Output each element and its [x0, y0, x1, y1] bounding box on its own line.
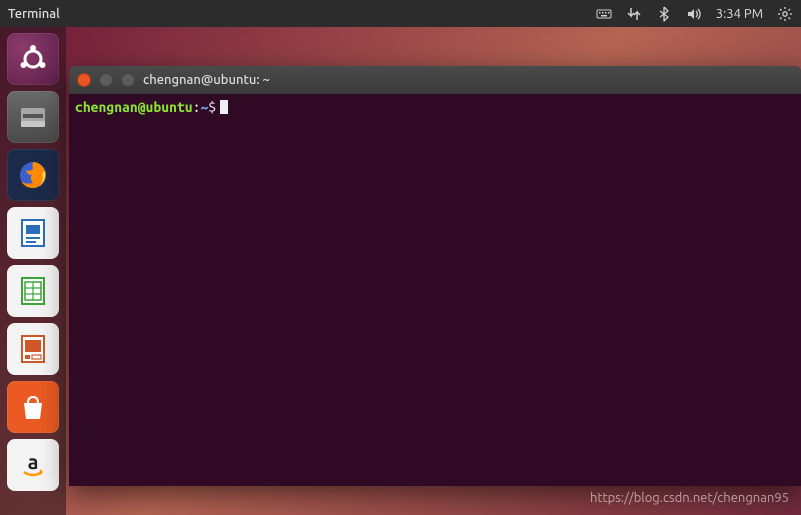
window-controls	[77, 73, 135, 87]
launcher-amazon[interactable]: a	[7, 439, 59, 491]
launcher-firefox[interactable]	[7, 149, 59, 201]
window-titlebar[interactable]: chengnan@ubuntu: ~	[69, 66, 801, 94]
launcher-ubuntu-software[interactable]	[7, 381, 59, 433]
launcher-files[interactable]	[7, 91, 59, 143]
window-title: chengnan@ubuntu: ~	[143, 73, 270, 87]
prompt-user-host: chengnan@ubuntu	[75, 99, 193, 115]
terminal-body[interactable]: chengnan@ubuntu:~$	[69, 94, 801, 120]
clock[interactable]: 3:34 PM	[716, 7, 763, 21]
desktop: chengnan@ubuntu: ~ chengnan@ubuntu:~$	[66, 27, 801, 515]
volume-icon[interactable]	[686, 6, 702, 22]
cursor-icon	[220, 100, 228, 114]
launcher-libreoffice-calc[interactable]	[7, 265, 59, 317]
unity-launcher: a	[0, 27, 66, 515]
settings-gear-icon[interactable]	[777, 6, 793, 22]
launcher-libreoffice-writer[interactable]	[7, 207, 59, 259]
active-app-title: Terminal	[8, 7, 60, 21]
keyboard-icon[interactable]	[596, 6, 612, 22]
watermark: https://blog.csdn.net/chengnan95	[590, 491, 789, 505]
network-icon[interactable]	[626, 6, 642, 22]
prompt-symbol: $	[208, 99, 216, 115]
launcher-libreoffice-impress[interactable]	[7, 323, 59, 375]
maximize-button[interactable]	[121, 73, 135, 87]
svg-text:a: a	[28, 450, 39, 473]
launcher-ubuntu-dash[interactable]	[7, 33, 59, 85]
terminal-window: chengnan@ubuntu: ~ chengnan@ubuntu:~$	[69, 66, 801, 486]
system-indicators: 3:34 PM	[596, 6, 793, 22]
close-button[interactable]	[77, 73, 91, 87]
minimize-button[interactable]	[99, 73, 113, 87]
top-bar: Terminal 3:34 PM	[0, 0, 801, 27]
bluetooth-icon[interactable]	[656, 6, 672, 22]
